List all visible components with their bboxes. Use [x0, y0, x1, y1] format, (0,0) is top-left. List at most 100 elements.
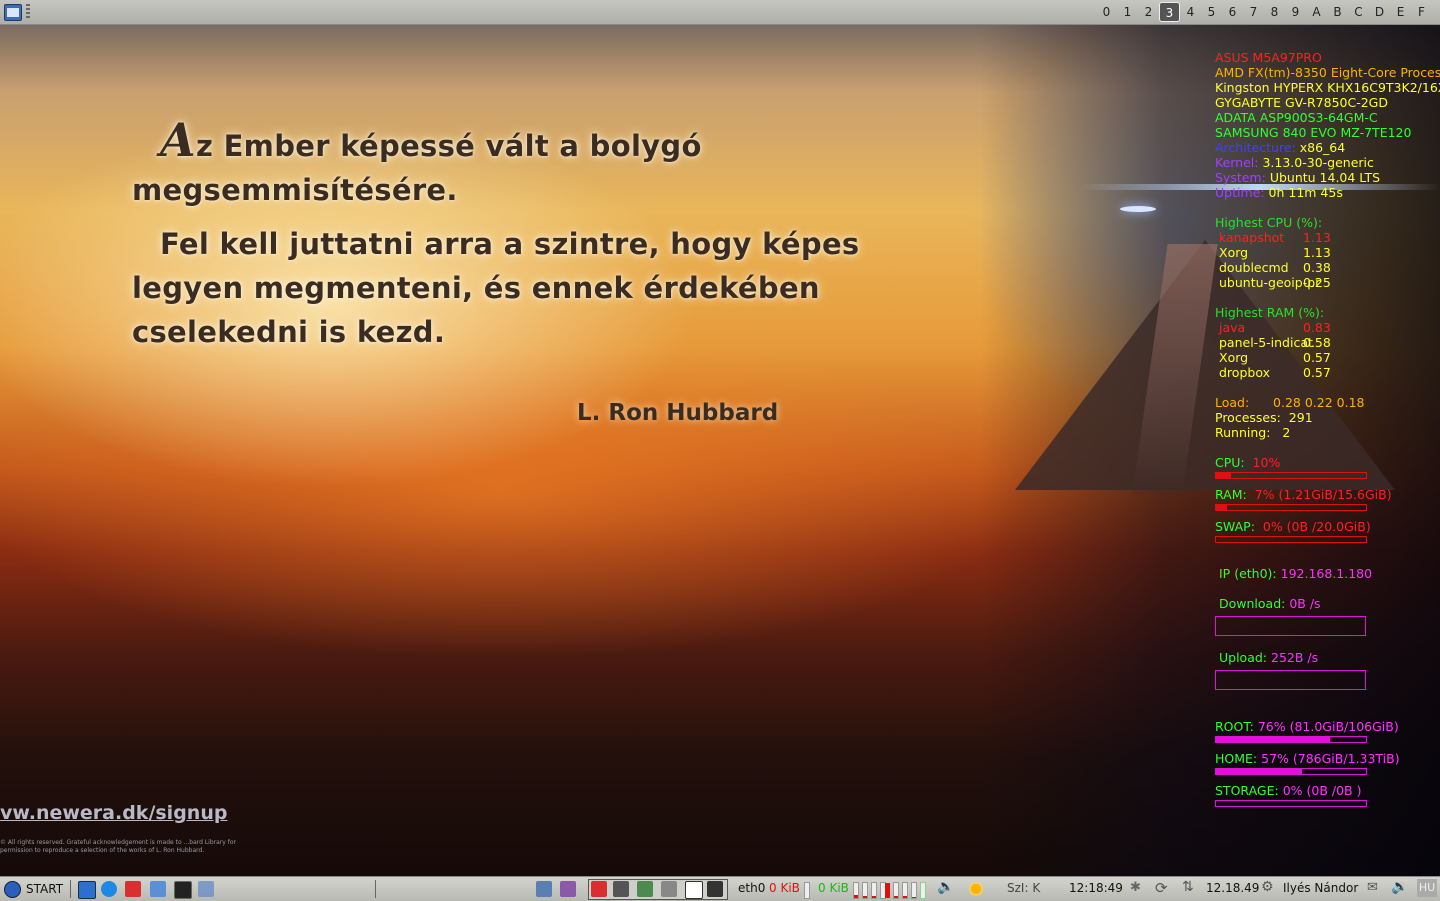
desktop-c-button[interactable]: C	[1348, 2, 1369, 22]
net-meter	[804, 882, 810, 899]
download-row: Download: 0B /s	[1215, 596, 1440, 611]
hardware-item: AMD FX(tm)-8350 Eight-Core Process	[1215, 65, 1440, 80]
clock[interactable]: 12:18:49	[1069, 881, 1123, 895]
document-task-icon[interactable]	[685, 881, 703, 899]
desktop-9-button[interactable]: 9	[1285, 2, 1306, 22]
desktop-f-button[interactable]: F	[1411, 2, 1432, 22]
desktop-4-button[interactable]: 4	[1180, 2, 1201, 22]
process-name: dropbox	[1219, 365, 1270, 380]
date[interactable]: 12.18.49	[1206, 881, 1259, 895]
doublecmd-task-icon[interactable]	[591, 881, 607, 897]
ram-bar	[1215, 504, 1367, 511]
ip-row: IP (eth0): 192.168.1.180	[1215, 566, 1440, 581]
ram-process-row: java 0.83	[1215, 320, 1440, 335]
conky-monitor: ASUS M5A97PRO AMD FX(tm)-8350 Eight-Core …	[1215, 50, 1440, 815]
ram-process-row: Xorg 0.57	[1215, 350, 1440, 365]
desktop-6-button[interactable]: 6	[1222, 2, 1243, 22]
cpu-bar-fill	[1216, 473, 1231, 478]
image-viewer-task-icon[interactable]	[637, 881, 653, 897]
top-panel: 0123456789ABCDEF	[0, 0, 1440, 25]
panel-separator	[375, 880, 376, 898]
network-arrows-icon[interactable]: ⇅	[1182, 879, 1194, 895]
cpu-bar	[1215, 472, 1367, 479]
quote-line-1-text: z Ember képessé vált a bolygó	[196, 129, 702, 163]
storage-value: 0% (0B /0B )	[1282, 783, 1362, 798]
process-value: 0.38	[1303, 260, 1331, 275]
quote-line-1: Az Ember képessé vált a bolygó	[132, 117, 892, 168]
home-label: HOME:	[1215, 751, 1258, 766]
quote-line-4: legyen megmenteni, és ennek érdekében	[132, 271, 820, 305]
volume-icon[interactable]: 🔈	[937, 879, 954, 895]
sync-icon[interactable]: ⟳	[1155, 879, 1168, 897]
processes-label: Processes:	[1215, 410, 1281, 425]
volume-tray-icon[interactable]: 🔉	[1391, 879, 1408, 895]
process-name: panel-5-indicat	[1219, 335, 1313, 350]
show-desktop-icon[interactable]	[198, 881, 214, 897]
process-name: Xorg	[1219, 245, 1249, 260]
cpu-process-row: kanapshot 1.13	[1215, 230, 1440, 245]
process-value: 1.13	[1303, 230, 1331, 245]
ip-label: IP (eth0):	[1219, 566, 1277, 581]
ram-usage-row: RAM: 7% (1.21GiB/15.6GiB)	[1215, 487, 1440, 502]
printer-task-icon[interactable]	[707, 881, 723, 897]
desktop-a-button[interactable]: A	[1306, 2, 1327, 22]
weather-sun-icon[interactable]	[968, 881, 984, 897]
doublecmd-launcher-icon[interactable]	[125, 881, 141, 897]
cpu-process-row: doublecmd 0.38	[1215, 260, 1440, 275]
monitor-tray-icon[interactable]	[536, 881, 552, 897]
cpu-value: 10%	[1252, 455, 1281, 470]
upload-label: Upload:	[1219, 650, 1268, 665]
upload-row: Upload: 252B /s	[1215, 650, 1440, 665]
uptime-value: 0h 11m 45s	[1268, 185, 1343, 200]
file-manager-launcher-icon[interactable]	[150, 881, 166, 897]
keyboard-layout-indicator[interactable]: HU	[1417, 879, 1437, 897]
desktop-8-button[interactable]: 8	[1264, 2, 1285, 22]
start-menu-icon	[4, 880, 21, 898]
quote-line-3: Fel kell juttatni arra a szintre, hogy k…	[160, 227, 860, 261]
process-value: 0.57	[1303, 365, 1331, 380]
user-name[interactable]: Ilyés Nándor	[1283, 881, 1358, 895]
desktop-e-button[interactable]: E	[1390, 2, 1411, 22]
cpu-usage-row: CPU: 10%	[1215, 455, 1440, 470]
quote-line-2: megsemmisítésére.	[132, 173, 458, 207]
gear-icon[interactable]: ⚙	[1261, 879, 1274, 895]
bluetooth-icon[interactable]: ✱	[1130, 880, 1141, 895]
quote-author: L. Ron Hubbard	[577, 400, 779, 426]
mail-icon[interactable]: ✉	[1367, 880, 1378, 895]
desktop-5-button[interactable]: 5	[1201, 2, 1222, 22]
updater-launcher-icon[interactable]	[101, 881, 117, 897]
desktop-d-button[interactable]: D	[1369, 2, 1390, 22]
media-tray-icon[interactable]	[560, 881, 576, 897]
desktop-1-button[interactable]: 1	[1117, 2, 1138, 22]
ram-process-row: panel-5-indicat0.58	[1215, 335, 1440, 350]
network-task-icon[interactable]	[661, 881, 677, 897]
wallpaper-site-link: vw.newera.dk/signup	[0, 802, 228, 824]
dropbox-task-icon[interactable]	[613, 881, 629, 897]
arch-row: Architecture: x86_64	[1215, 140, 1440, 155]
download-value: 0B /s	[1289, 596, 1321, 611]
process-name: ubuntu-geoip-pr	[1219, 275, 1321, 290]
start-button[interactable]: START	[4, 880, 63, 898]
load-row: Load: 0.28 0.22 0.18	[1215, 395, 1440, 410]
home-bar-fill	[1216, 769, 1302, 774]
cpu-process-list: kanapshot 1.13 Xorg 1.13 doublecmd 0.38 ubuntu…	[1215, 230, 1440, 290]
process-value: 0.58	[1303, 335, 1331, 350]
hardware-item: ADATA ASP900S3-64GM-C	[1215, 110, 1378, 125]
running-row: Running: 2	[1215, 425, 1440, 440]
desktop-b-button[interactable]: B	[1327, 2, 1348, 22]
window-menu-icon[interactable]	[4, 4, 22, 21]
writer-launcher-icon[interactable]	[78, 881, 96, 899]
terminal-launcher-icon[interactable]	[174, 881, 192, 899]
desktop-3-button[interactable]: 3	[1159, 2, 1180, 22]
root-bar	[1215, 736, 1367, 743]
process-value: 0.25	[1303, 275, 1331, 290]
panel-grip[interactable]	[26, 4, 30, 20]
running-label: Running:	[1215, 425, 1271, 440]
ram-process-list: java 0.83 panel-5-indicat0.58 Xorg 0.57 dropb…	[1215, 320, 1440, 380]
desktop-0-button[interactable]: 0	[1096, 2, 1117, 22]
swap-bar	[1215, 536, 1367, 543]
desktop-7-button[interactable]: 7	[1243, 2, 1264, 22]
mem-meter	[920, 882, 926, 899]
desktop-2-button[interactable]: 2	[1138, 2, 1159, 22]
net-iface-label: eth0	[738, 881, 766, 895]
